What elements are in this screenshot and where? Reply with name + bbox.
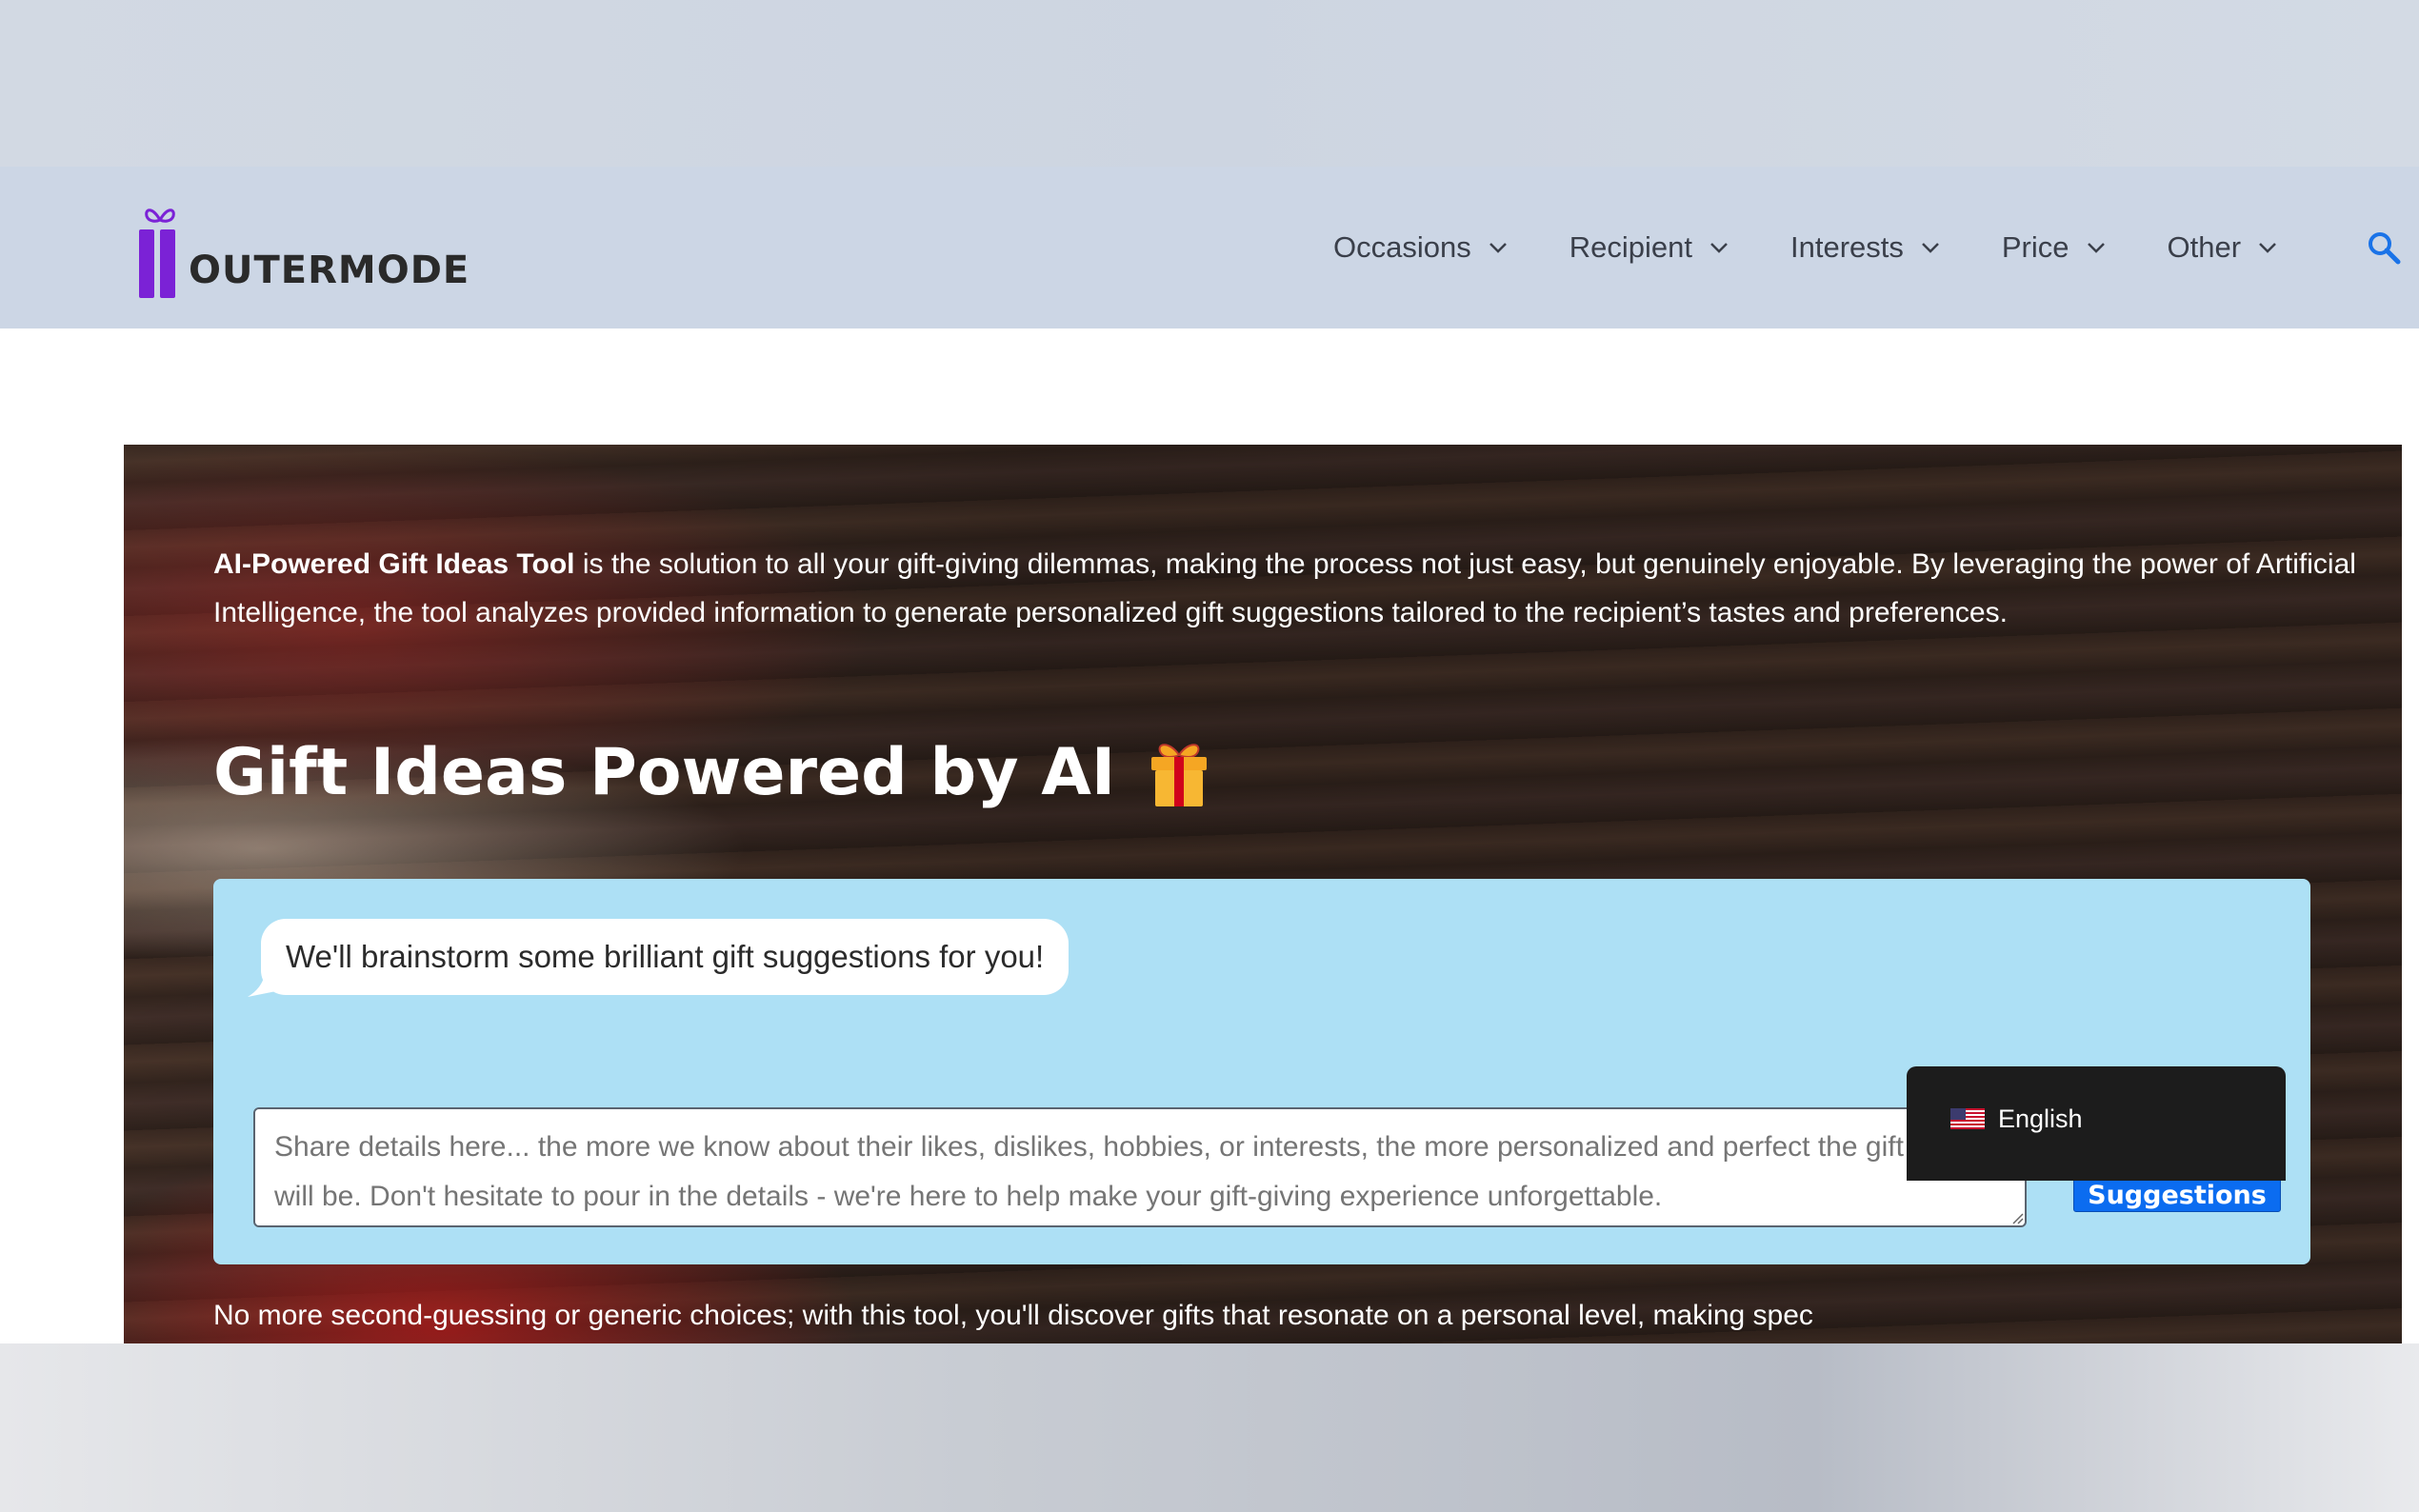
nav-label: Interests [1789, 230, 1904, 264]
nav-occasions[interactable]: Occasions [1333, 230, 1508, 265]
follow-up-paragraph: No more second-guessing or generic choic… [213, 1300, 1813, 1331]
us-flag-icon [1950, 1108, 1985, 1129]
site-logo[interactable]: OUTERMODE [135, 193, 470, 298]
intro-bold: AI-Powered Gift Ideas Tool [213, 548, 575, 580]
chevron-down-icon [2259, 243, 2276, 253]
chevron-down-icon [1489, 243, 1507, 253]
nav-interests[interactable]: Interests [1790, 230, 1940, 265]
chevron-down-icon [1710, 243, 1728, 253]
hero-section: AI-Powered Gift Ideas Tool is the soluti… [124, 445, 2402, 1343]
main-nav: Occasions Recipient Interests Price Othe… [1333, 224, 2419, 271]
gift-icon [1151, 743, 1208, 806]
nav-label: Price [2001, 230, 2069, 264]
top-band [0, 0, 2419, 167]
site-header: OUTERMODE Occasions Recipient Interests … [0, 167, 2419, 328]
nav-recipient[interactable]: Recipient [1569, 230, 1729, 265]
search-icon[interactable] [2366, 229, 2402, 266]
language-switcher[interactable]: English [1907, 1066, 2286, 1181]
intro-paragraph: AI-Powered Gift Ideas Tool is the soluti… [213, 540, 2356, 637]
nav-label: Recipient [1569, 230, 1692, 264]
chevron-down-icon [1921, 243, 1939, 253]
brand-name: OUTERMODE [189, 249, 470, 292]
nav-other[interactable]: Other [2168, 230, 2278, 265]
gift-logo-icon [135, 203, 181, 298]
nav-price[interactable]: Price [2002, 230, 2106, 265]
nav-label: Other [2167, 230, 2242, 264]
chat-bubble: We'll brainstorm some brilliant gift sug… [261, 919, 1070, 995]
resize-grip-icon[interactable] [2009, 1210, 2025, 1225]
page-title: Gift Ideas Powered by AI [213, 735, 1210, 810]
nav-label: Occasions [1333, 230, 1471, 264]
bottom-band [0, 1343, 2419, 1512]
gift-details-input[interactable] [253, 1107, 2027, 1227]
language-label: English [1998, 1104, 2083, 1133]
chevron-down-icon [2087, 243, 2105, 253]
title-text: Gift Ideas Powered by AI [213, 735, 1116, 810]
